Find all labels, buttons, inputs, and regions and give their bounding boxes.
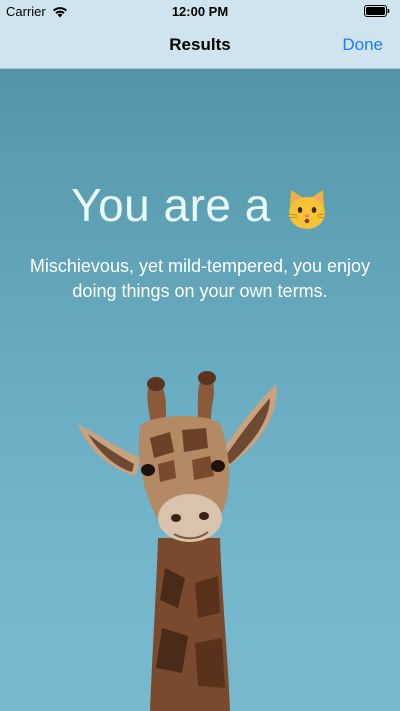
- clock: 12:00 PM: [171, 4, 229, 19]
- description-line: Mischievous, yet mild-tempered, you enjo…: [29, 256, 371, 276]
- page-title: Results: [169, 35, 231, 54]
- cat-face-icon: [288, 189, 325, 229]
- result-headline: You are a: [0, 178, 400, 232]
- navigation-bar: Results Done: [0, 22, 400, 68]
- results-screen: Carrier 12:00 PM Results Done You are a: [0, 0, 400, 711]
- battery-icon: [364, 5, 390, 17]
- top-bar: Carrier 12:00 PM Results Done: [0, 0, 400, 69]
- result-description: Mischievous, yet mild-tempered, you enjo…: [0, 254, 400, 304]
- result-headline-text: You are a: [71, 179, 271, 231]
- status-bar: Carrier 12:00 PM: [0, 0, 400, 22]
- description-line: doing things on your own terms.: [72, 281, 328, 301]
- giraffe-photo: [78, 371, 277, 711]
- done-button[interactable]: Done: [342, 35, 383, 55]
